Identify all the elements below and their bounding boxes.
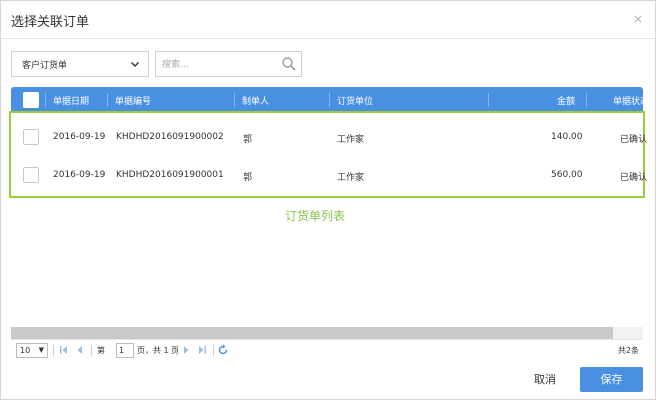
cell-status: 已确认	[620, 173, 648, 183]
header-separator	[107, 93, 108, 107]
header-separator	[586, 93, 587, 107]
column-header-status[interactable]: 单据状态	[613, 94, 643, 107]
cell-unit: 工作家	[337, 173, 365, 183]
search-input[interactable]	[162, 57, 280, 72]
pager-divider	[91, 345, 92, 356]
save-button[interactable]: 保存	[580, 367, 643, 392]
cell-amount: 140.00	[551, 132, 583, 142]
page-prefix: 第	[97, 346, 105, 355]
page-size-select[interactable]: 10 ▼	[16, 343, 48, 358]
column-header-unit[interactable]: 订货单位	[337, 94, 373, 107]
cell-code: KHDHD2016091900002	[116, 132, 224, 142]
prev-page-icon[interactable]	[75, 344, 85, 359]
header-separator	[234, 93, 235, 107]
cell-creator: 郭	[243, 135, 253, 145]
scrollbar-thumb[interactable]	[11, 327, 613, 339]
page-number-input[interactable]: 1	[116, 343, 134, 358]
pager-divider	[176, 345, 177, 356]
pagination-bar: 10 ▼ 第 1 页，共 1 页 共2条	[11, 339, 643, 359]
header-separator	[45, 93, 46, 107]
cancel-button[interactable]: 取消	[519, 368, 571, 392]
order-type-select[interactable]: 客户订货单	[11, 51, 149, 77]
title-divider	[1, 38, 655, 39]
column-header-code[interactable]: 单据编号	[115, 94, 151, 107]
pager-divider	[53, 345, 54, 356]
row-checkbox[interactable]	[23, 129, 39, 145]
horizontal-scrollbar[interactable]	[11, 327, 643, 339]
cell-date: 2016-09-19	[53, 132, 106, 142]
order-type-select-value: 客户订货单	[22, 60, 68, 71]
select-all-checkbox[interactable]	[23, 92, 39, 108]
chevron-down-icon	[130, 59, 140, 72]
cell-amount: 560.00	[551, 170, 583, 180]
table-row[interactable]: 2016-09-19 KHDHD2016091900001 郭 工作家 560.…	[11, 156, 647, 194]
table-header: 单据日期 单据编号 制单人 订货单位 金额 单据状态	[11, 87, 643, 113]
header-separator	[488, 93, 489, 107]
select-order-dialog: 选择关联订单 × 客户订货单 单据日期 单据编号 制单人 订货单位 金额 单据状…	[0, 0, 656, 400]
cell-unit: 工作家	[337, 135, 365, 145]
page-suffix: 页，共 1 页	[137, 346, 180, 355]
cell-creator: 郭	[243, 173, 253, 183]
page-size-dropdown-icon: ▼	[38, 346, 44, 354]
cell-status: 已确认	[620, 135, 648, 145]
total-count: 共2条	[617, 346, 639, 355]
order-list-annotation: 订货单列表	[285, 209, 346, 223]
column-header-creator[interactable]: 制单人	[242, 94, 269, 107]
cell-code: KHDHD2016091900001	[116, 170, 224, 180]
cell-date: 2016-09-19	[53, 170, 106, 180]
table-row[interactable]: 2016-09-19 KHDHD2016091900002 郭 工作家 140.…	[11, 118, 647, 156]
page-size-value: 10	[20, 346, 31, 355]
search-box	[155, 51, 302, 77]
pager-divider	[213, 345, 214, 356]
header-separator	[329, 93, 330, 107]
column-header-date[interactable]: 单据日期	[53, 94, 89, 107]
close-icon[interactable]: ×	[633, 12, 643, 26]
last-page-icon[interactable]	[197, 344, 207, 359]
search-icon[interactable]	[281, 56, 297, 75]
column-header-amount[interactable]: 金额	[557, 94, 575, 107]
row-checkbox[interactable]	[23, 167, 39, 183]
dialog-title: 选择关联订单	[11, 15, 90, 30]
refresh-icon[interactable]	[217, 344, 229, 359]
first-page-icon[interactable]	[59, 344, 69, 359]
next-page-icon[interactable]	[181, 344, 191, 359]
